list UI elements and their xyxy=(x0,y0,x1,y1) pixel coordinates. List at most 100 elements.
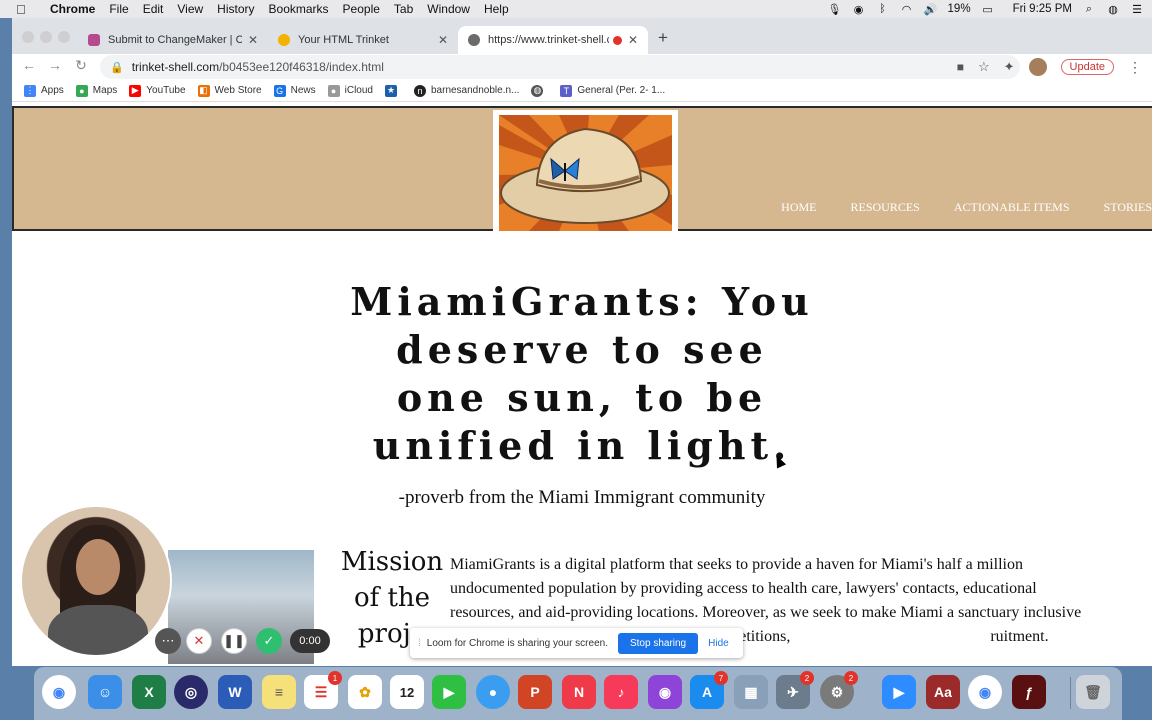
window-close-button[interactable] xyxy=(22,31,34,43)
microphone-icon[interactable]: 🎙 xyxy=(828,3,842,16)
nav-resources[interactable]: RESOURCES xyxy=(851,200,920,215)
bluetooth-icon[interactable]: ᛒ xyxy=(876,3,890,15)
bookmark-teams-general[interactable]: T General (Per. 2- 1... xyxy=(560,84,665,97)
bookmark-label: Maps xyxy=(92,85,118,96)
dock-trash-icon[interactable]: 🗑 xyxy=(1076,675,1110,709)
back-arrow-icon[interactable]: ← xyxy=(20,57,38,73)
siri-icon[interactable]: ◍ xyxy=(1106,3,1120,16)
more-menu-icon[interactable]: ⋮ xyxy=(1128,59,1142,76)
bookmark-barnesandnoble[interactable]: n barnesandnoble.n... xyxy=(413,84,520,97)
bookmark-news[interactable]: G News xyxy=(273,84,316,97)
tab-html-trinket[interactable]: Your HTML Trinket ✕ xyxy=(268,26,458,54)
close-tab-icon[interactable]: ✕ xyxy=(628,33,638,47)
dock-photos-icon[interactable]: ✿ xyxy=(348,675,382,709)
dock-music-icon[interactable]: ♪ xyxy=(604,675,638,709)
dock-calendar-icon[interactable]: 12 xyxy=(390,675,424,709)
bookmark-icloud[interactable]: ● iCloud xyxy=(327,84,373,97)
dock-preview-photos-icon[interactable]: ▦ xyxy=(734,675,768,709)
spotlight-search-icon[interactable]: ⌕ xyxy=(1082,3,1096,15)
forward-arrow-icon[interactable]: → xyxy=(46,57,64,73)
stop-sharing-button[interactable]: Stop sharing xyxy=(617,632,699,654)
camera-in-use-icon[interactable]: ■ xyxy=(957,60,964,74)
loom-more-icon[interactable]: ⋯ xyxy=(155,628,181,654)
close-tab-icon[interactable]: ✕ xyxy=(438,33,448,47)
nav-stories[interactable]: STORIES xyxy=(1104,200,1152,215)
volume-icon[interactable]: 🔊 xyxy=(924,3,938,16)
dock-powerpoint-icon[interactable]: P xyxy=(518,675,552,709)
dock-podcasts-icon[interactable]: ◉ xyxy=(648,675,682,709)
loom-status-icon[interactable]: ◉ xyxy=(852,3,866,16)
drag-handle-icon[interactable]: ⁞ xyxy=(418,638,421,649)
reload-icon[interactable]: ↻ xyxy=(72,57,90,74)
bookmark-square-icon: ★ xyxy=(384,84,397,97)
dock-facetime-icon[interactable]: ▶ xyxy=(432,675,466,709)
menu-bookmarks[interactable]: Bookmarks xyxy=(269,2,329,16)
dock-messages-icon[interactable]: ● xyxy=(476,675,510,709)
hide-share-bar-button[interactable]: Hide xyxy=(708,638,729,649)
bookmark-label: barnesandnoble.n... xyxy=(430,85,520,96)
dock-appstore-icon[interactable]: A7 xyxy=(690,671,728,709)
webcam-body xyxy=(48,605,148,655)
nav-home[interactable]: HOME xyxy=(781,200,816,215)
address-bar[interactable]: 🔒 trinket-shell.com/b0453ee120f46318/ind… xyxy=(100,55,1020,79)
tab-trinket-shell[interactable]: https://www.trinket-shell.com ✕ xyxy=(458,26,648,54)
bookmark-blue-square[interactable]: ★ xyxy=(384,84,402,97)
battery-percent[interactable]: 19% xyxy=(948,3,971,15)
loom-camera-bubble[interactable] xyxy=(20,505,172,657)
bookmark-star-icon[interactable]: ☆ xyxy=(978,59,990,75)
maps-pin-icon: ● xyxy=(75,84,88,97)
dock-system-preferences-icon[interactable]: ⚙ 2 xyxy=(820,671,858,709)
loom-finish-check-icon[interactable]: ✓ xyxy=(256,628,282,654)
wifi-icon[interactable]: ◠ xyxy=(900,3,914,16)
dock-notes-icon[interactable]: ≡ xyxy=(262,675,296,709)
window-minimize-button[interactable] xyxy=(40,31,52,43)
dock-finder-icon[interactable]: ☺ xyxy=(88,675,122,709)
loom-pause-icon[interactable]: ❚❚ xyxy=(221,628,247,654)
menu-file[interactable]: File xyxy=(109,2,128,16)
menu-view[interactable]: View xyxy=(177,2,203,16)
dock-chrome-icon[interactable]: ◉ xyxy=(42,675,76,709)
bookmark-globe[interactable]: ◍ xyxy=(531,84,548,97)
window-zoom-button[interactable] xyxy=(58,31,70,43)
extensions-puzzle-icon[interactable]: ✦ xyxy=(1004,59,1015,75)
dock-reminders-icon[interactable]: ☰ 1 xyxy=(304,671,342,709)
battery-icon[interactable]: ▭ xyxy=(981,3,995,16)
dock-siri-icon[interactable]: ◎ xyxy=(174,675,208,709)
calendar-day: 12 xyxy=(399,684,415,700)
bookmarks-bar: ⋮ Apps ● Maps ▶ YouTube ◧ Web Store G News ● i… xyxy=(12,80,1152,102)
site-logo[interactable] xyxy=(493,110,678,231)
settings-badge: 2 xyxy=(844,671,858,685)
menu-window[interactable]: Window xyxy=(427,2,470,16)
bookmark-apps[interactable]: ⋮ Apps xyxy=(24,84,64,97)
menubar-clock[interactable]: Fri 9:25 PM xyxy=(1013,3,1072,15)
menu-tab[interactable]: Tab xyxy=(394,2,413,16)
new-tab-button[interactable]: + xyxy=(658,28,668,48)
menu-chrome[interactable]: Chrome xyxy=(50,2,95,16)
update-button[interactable]: Update xyxy=(1060,59,1114,75)
dock-word-icon[interactable]: W xyxy=(218,675,252,709)
menu-help[interactable]: Help xyxy=(484,2,509,16)
close-tab-icon[interactable]: ✕ xyxy=(248,33,258,47)
dock-preview-icon[interactable]: ✈ 2 xyxy=(776,671,814,709)
bookmark-youtube[interactable]: ▶ YouTube xyxy=(129,84,186,97)
dock-dictionary-icon[interactable]: Aa xyxy=(926,675,960,709)
dock-news-icon[interactable]: N xyxy=(562,675,596,709)
bookmark-web-store[interactable]: ◧ Web Store xyxy=(197,84,262,97)
loom-cancel-icon[interactable]: ✕ xyxy=(186,628,212,654)
bookmark-maps[interactable]: ● Maps xyxy=(75,84,118,97)
profile-avatar[interactable] xyxy=(1028,58,1047,76)
apple-icon[interactable]:  xyxy=(16,2,32,17)
control-center-icon[interactable]: ☰ xyxy=(1130,3,1144,16)
dock-flash-icon[interactable]: ƒ xyxy=(1012,675,1046,709)
menu-people[interactable]: People xyxy=(343,2,380,16)
page-headline: MiamiGrants: You deserve to see one sun,… xyxy=(12,278,1152,470)
lock-icon[interactable]: 🔒 xyxy=(110,61,124,74)
tab-changemaker[interactable]: Submit to ChangeMaker | Code ✕ xyxy=(78,26,268,54)
dock-chrome-2-icon[interactable]: ◉ xyxy=(968,675,1002,709)
dock-zoom-icon[interactable]: ▶ xyxy=(882,675,916,709)
macos-dock: ◉ ☺ X ◎ W ≡ ☰ 1 ✿ 12 ▶ ● P N ♪ ◉ A7 ▦ ✈ 2 … xyxy=(34,667,1122,720)
dock-excel-icon[interactable]: X xyxy=(132,675,166,709)
menu-edit[interactable]: Edit xyxy=(143,2,164,16)
menu-history[interactable]: History xyxy=(217,2,254,16)
nav-actionable-items[interactable]: ACTIONABLE ITEMS xyxy=(954,200,1070,215)
